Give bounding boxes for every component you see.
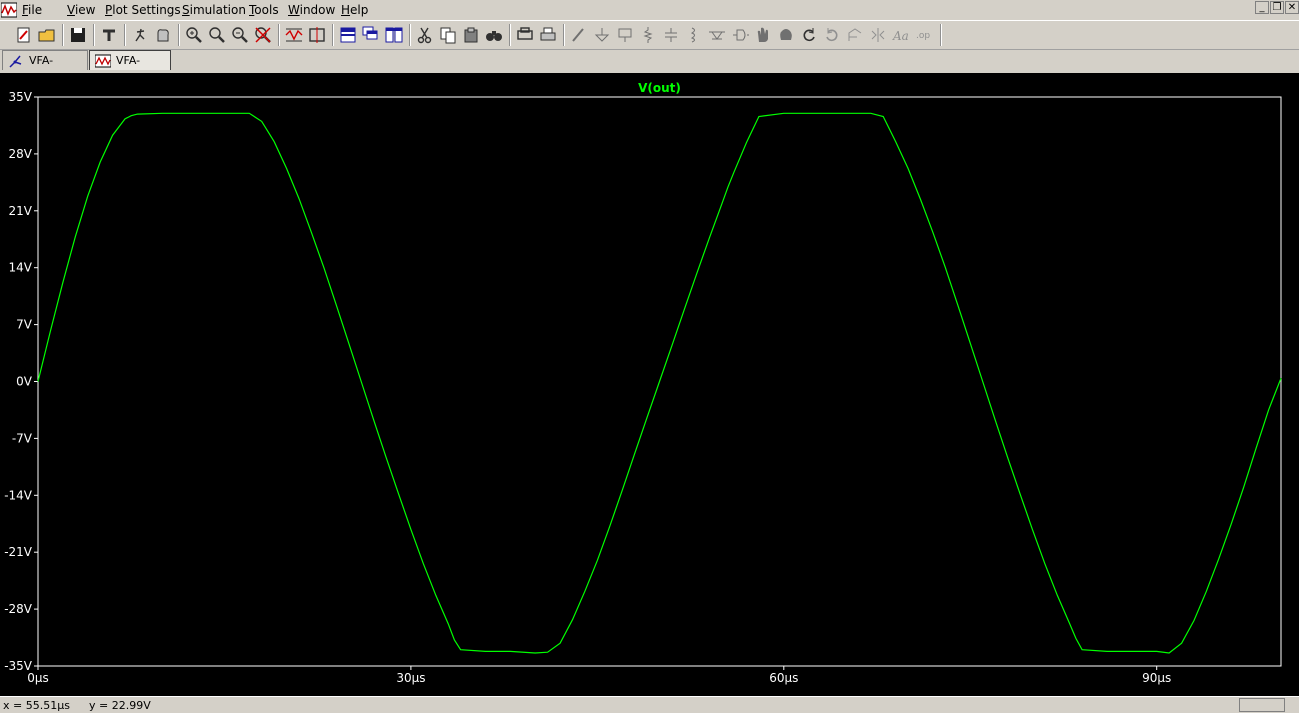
print-icon[interactable] [538, 25, 558, 45]
resistor-icon[interactable] [638, 25, 658, 45]
zoom-fit-icon[interactable] [253, 25, 273, 45]
text-icon[interactable]: Aa [891, 25, 911, 45]
x-tick-label: 30µs [396, 671, 425, 685]
y-tick-label: -14V [4, 488, 33, 502]
menu-view[interactable]: View [67, 3, 95, 18]
ground-icon[interactable] [592, 25, 612, 45]
trace-vout [37, 112, 1282, 654]
mirror-icon[interactable] [868, 25, 888, 45]
mark-unmark-icon[interactable] [307, 25, 327, 45]
restore-button[interactable]: ❐ [1270, 1, 1284, 14]
cascade-icon[interactable] [361, 25, 381, 45]
cursor-x-readout: x = 55.51µs [3, 699, 70, 712]
menu-plot-settings[interactable]: Plot Settings [105, 3, 181, 18]
save-icon[interactable] [68, 25, 88, 45]
toolbar-separator [940, 24, 942, 46]
menu-tools[interactable]: Tools [249, 3, 279, 18]
new-schematic-icon[interactable] [14, 25, 34, 45]
menu-bar: File View Plot Settings Simulation Tools Wind… [0, 0, 1299, 20]
menu-help[interactable]: Help [341, 3, 368, 18]
inductor-icon[interactable] [684, 25, 704, 45]
y-tick-label: 14V [9, 261, 33, 275]
halt-icon[interactable] [153, 25, 173, 45]
open-icon[interactable] [37, 25, 57, 45]
print-preview-icon[interactable] [515, 25, 535, 45]
menu-window[interactable]: Window [288, 3, 335, 18]
status-bar: x = 55.51µs y = 22.99V [0, 696, 1299, 713]
copy-icon[interactable] [438, 25, 458, 45]
zoom-area-icon[interactable] [207, 25, 227, 45]
x-tick-label: 0µs [27, 671, 49, 685]
run-icon[interactable] [130, 25, 150, 45]
draw-wire-icon[interactable] [569, 25, 589, 45]
close-button[interactable]: ✕ [1285, 1, 1299, 14]
cursor-y-readout: y = 22.99V [89, 699, 151, 712]
waveform-icon [95, 54, 111, 68]
y-tick-label: 7V [16, 318, 33, 332]
schematic-icon [9, 55, 22, 68]
toolbar-separator [509, 24, 511, 46]
toolbar-separator [62, 24, 64, 46]
paste-icon[interactable] [461, 25, 481, 45]
redo-icon[interactable] [822, 25, 842, 45]
control-panel-icon[interactable] [99, 25, 119, 45]
toolbar-separator [93, 24, 95, 46]
tile-vertical-icon[interactable] [384, 25, 404, 45]
toolbar: Aa .op [0, 20, 1299, 50]
y-tick-label: 21V [9, 204, 33, 218]
diode-icon[interactable] [707, 25, 727, 45]
cut-icon[interactable] [415, 25, 435, 45]
plot-pane[interactable]: V(out) 35V 28V 21V 14V 7V 0V -7V -14V -21V -28V -35… [0, 73, 1299, 696]
minimize-button[interactable]: _ [1255, 1, 1269, 14]
waveform-plot[interactable]: V(out)35V28V21V14V7V0V-7V-14V-21V-28V-35… [0, 73, 1299, 696]
rotate-icon[interactable] [845, 25, 865, 45]
undo-icon[interactable] [799, 25, 819, 45]
waveform-app-icon[interactable] [1, 2, 17, 18]
component-icon[interactable] [730, 25, 750, 45]
menu-simulation[interactable]: Simulation [182, 3, 246, 18]
spice-directive-icon[interactable]: .op [914, 25, 934, 45]
capacitor-icon[interactable] [661, 25, 681, 45]
toolbar-separator [124, 24, 126, 46]
move-icon[interactable] [753, 25, 773, 45]
y-tick-label: 35V [9, 90, 33, 104]
zoom-out-icon[interactable] [230, 25, 250, 45]
zoom-in-icon[interactable] [184, 25, 204, 45]
tab-schematic[interactable]: VFA-2.asc [2, 50, 88, 86]
menu-file[interactable]: File [22, 3, 42, 18]
tab-waveform[interactable]: VFA-2.raw [89, 50, 171, 86]
toolbar-separator [178, 24, 180, 46]
x-tick-label: 90µs [1142, 671, 1171, 685]
drag-icon[interactable] [776, 25, 796, 45]
find-icon[interactable] [484, 25, 504, 45]
trace-label: V(out) [638, 81, 681, 95]
tile-horizontal-icon[interactable] [338, 25, 358, 45]
autorange-icon[interactable] [284, 25, 304, 45]
y-tick-label: -21V [4, 545, 33, 559]
x-tick-label: 60µs [769, 671, 798, 685]
status-panel [1239, 698, 1285, 712]
toolbar-separator [332, 24, 334, 46]
document-tabs: VFA-2.asc VFA-2.raw [0, 50, 1299, 86]
y-tick-label: -7V [12, 431, 33, 445]
y-tick-label: -28V [4, 602, 33, 616]
svg-text:.op: .op [916, 31, 930, 41]
toolbar-separator [563, 24, 565, 46]
y-tick-label: 28V [9, 147, 33, 161]
toolbar-separator [409, 24, 411, 46]
y-tick-label: 0V [16, 375, 33, 389]
svg-text:Aa: Aa [892, 29, 909, 43]
toolbar-separator [278, 24, 280, 46]
label-net-icon[interactable] [615, 25, 635, 45]
